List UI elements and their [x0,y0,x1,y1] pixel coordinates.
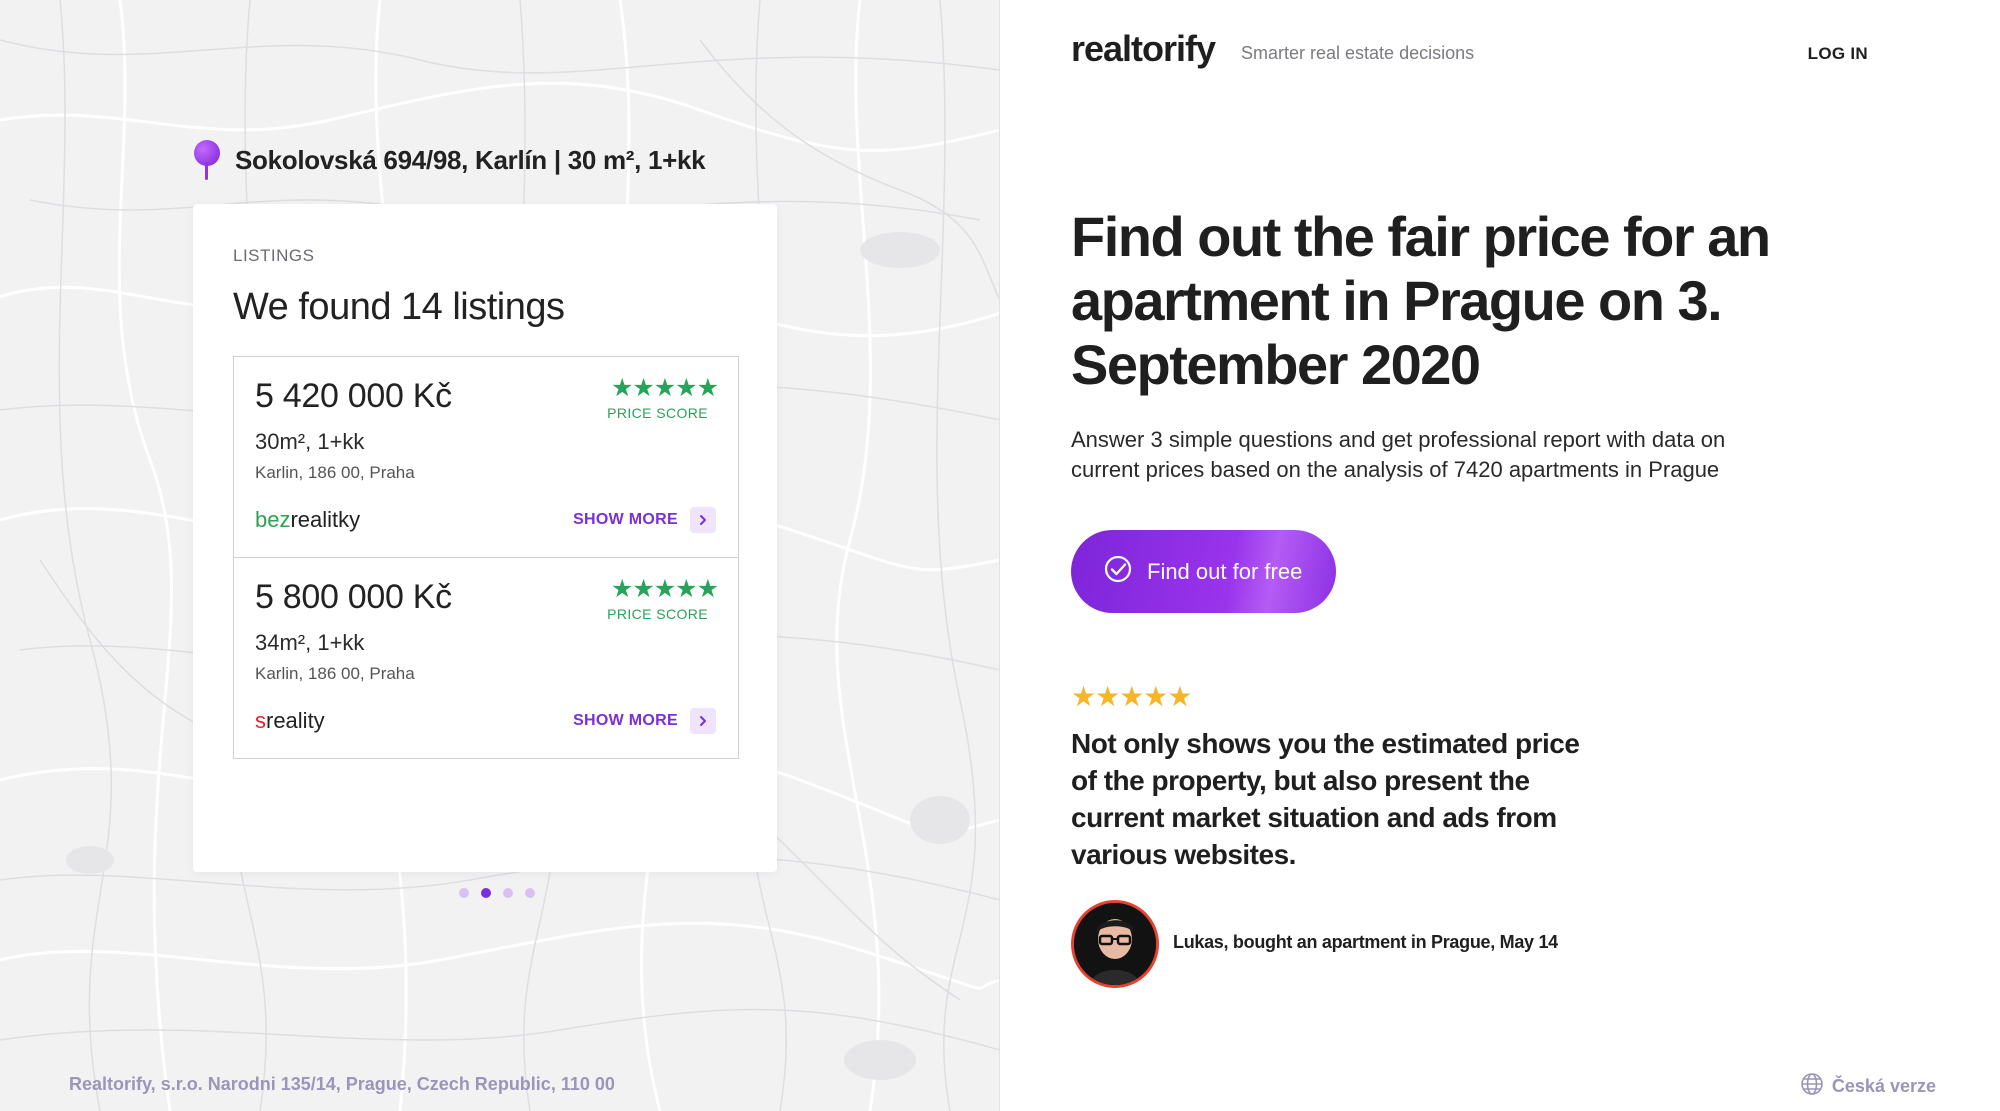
carousel-dot[interactable] [459,888,469,898]
listing-item: 5 800 000 Kč ★★★★★ PRICE SCORE 34m², 1+k… [233,557,739,759]
rating-stars: ★★★★★ [1071,681,1193,712]
listing-price: 5 800 000 Kč [255,578,452,616]
globe-icon [1800,1072,1824,1101]
card-title: We found 14 listings [233,286,565,328]
price-score-label: PRICE SCORE [607,405,708,421]
carousel-dot-active[interactable] [481,888,491,898]
hero-panel: realtorify Smarter real estate decisions… [1001,0,2000,1111]
reviewer-name: Lukas, bought an apartment in Prague, Ma… [1173,932,1558,952]
price-score-label: PRICE SCORE [607,606,708,622]
card-label: LISTINGS [233,246,315,265]
show-more-label: SHOW MORE [573,712,678,729]
show-more-button[interactable]: SHOW MORE [573,708,716,734]
hero-subtext: Answer 3 simple questions and get profes… [1071,427,1726,482]
check-circle-icon [1103,554,1133,589]
price-score-stars: ★★★★★ [610,575,719,603]
avatar [1071,900,1159,988]
map-panel: Sokolovská 694/98, Karlín | 30 m², 1+kk … [0,0,1000,1111]
listing-address: Karlin, 186 00, Praha [255,463,415,482]
brand-logo[interactable]: realtorify [1071,28,1216,70]
login-link[interactable]: LOG IN [1808,44,1868,64]
language-label: Česká verze [1831,1076,1936,1096]
carousel-dot[interactable] [525,888,535,898]
location-text: Sokolovská 694/98, Karlín | 30 m², 1+kk [235,144,706,175]
chevron-right-icon [690,507,716,533]
chevron-right-icon [690,708,716,734]
price-score-stars: ★★★★★ [610,374,719,402]
find-out-button[interactable]: Find out for free [1071,530,1336,613]
listing-item: 5 420 000 Kč ★★★★★ PRICE SCORE 30m², 1+k… [233,356,739,558]
testimonial-quote: Not only shows you the estimated price o… [1071,728,1580,870]
source-logo-sreality: sreality [255,708,325,733]
source-logo-bezrealitky: bezrealitky [255,507,361,532]
map-pin-icon [193,140,221,180]
listings-card: LISTINGS We found 14 listings 5 420 000 … [193,204,777,872]
listing-specs: 30m², 1+kk [255,429,365,454]
show-more-label: SHOW MORE [573,511,678,528]
company-address: Realtorify, s.r.o. Narodni 135/14, Pragu… [69,1074,615,1094]
show-more-button[interactable]: SHOW MORE [573,507,716,533]
carousel-dot[interactable] [503,888,513,898]
hero-headline: Find out the fair price for an apartment… [1071,205,1771,396]
listing-price: 5 420 000 Kč [255,377,452,415]
carousel-dots [459,888,535,898]
cta-label: Find out for free [1147,558,1303,584]
listing-address: Karlin, 186 00, Praha [255,664,415,683]
property-location: Sokolovská 694/98, Karlín | 30 m², 1+kk [193,140,706,180]
brand-tagline: Smarter real estate decisions [1241,43,1475,63]
language-switch[interactable]: Česká verze [1800,1072,1936,1101]
listing-specs: 34m², 1+kk [255,630,365,655]
